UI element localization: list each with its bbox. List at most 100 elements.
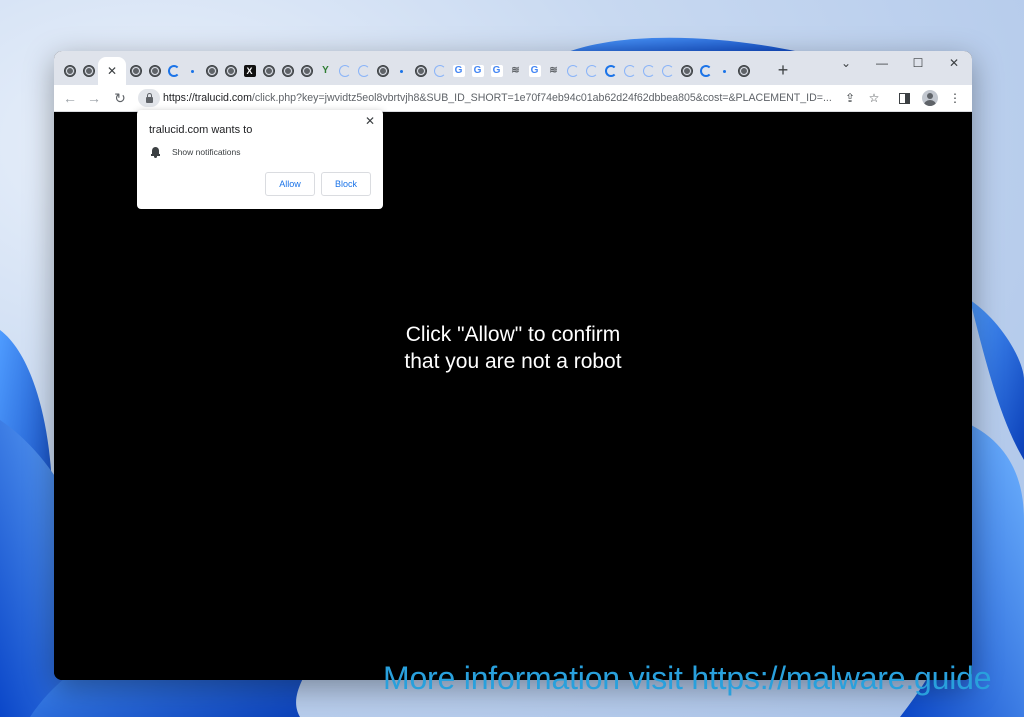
google-icon: G bbox=[452, 65, 465, 77]
forward-button[interactable]: → bbox=[84, 88, 104, 108]
prompt-close-button[interactable]: ✕ bbox=[365, 114, 375, 128]
allow-button[interactable]: Allow bbox=[265, 172, 315, 196]
google-icon: G bbox=[490, 65, 503, 77]
kebab-menu-icon: ⋮ bbox=[949, 91, 961, 105]
permission-label: Show notifications bbox=[172, 147, 241, 157]
globe-icon bbox=[376, 65, 389, 77]
close-icon[interactable]: ✕ bbox=[106, 65, 118, 77]
wifi-icon: ≋ bbox=[549, 65, 558, 76]
x-logo-icon: X bbox=[243, 65, 256, 77]
browser-tab[interactable] bbox=[734, 57, 753, 85]
browser-tab[interactable]: ≋ bbox=[506, 57, 525, 85]
window-controls: ⌄ — ☐ ✕ bbox=[828, 51, 972, 75]
globe-icon bbox=[680, 65, 693, 77]
browser-tab[interactable] bbox=[373, 57, 392, 85]
loading-light-icon bbox=[642, 65, 655, 77]
browser-tab[interactable] bbox=[259, 57, 278, 85]
dot-icon bbox=[719, 65, 731, 77]
browser-tab[interactable] bbox=[620, 57, 639, 85]
loading-light-icon bbox=[433, 65, 446, 77]
browser-tab[interactable] bbox=[145, 57, 164, 85]
browser-tab[interactable] bbox=[354, 57, 373, 85]
yandex-icon: Y bbox=[322, 65, 329, 76]
browser-tab[interactable] bbox=[677, 57, 696, 85]
new-tab-button[interactable]: + bbox=[772, 59, 794, 81]
browser-tab[interactable] bbox=[696, 57, 715, 85]
lock-icon bbox=[145, 92, 153, 103]
browser-tab[interactable] bbox=[335, 57, 354, 85]
url-text: https://tralucid.com/click.php?key=jwvid… bbox=[163, 92, 832, 104]
headline-line-2: that you are not a robot bbox=[404, 350, 622, 373]
browser-tab[interactable] bbox=[563, 57, 582, 85]
maximize-button[interactable]: ☐ bbox=[900, 51, 936, 75]
globe-icon bbox=[205, 65, 218, 77]
google-icon: G bbox=[528, 65, 541, 77]
address-bar[interactable]: https://tralucid.com/click.php?key=jwvid… bbox=[138, 88, 838, 108]
browser-tab[interactable]: G bbox=[468, 57, 487, 85]
browser-tab[interactable]: X bbox=[240, 57, 259, 85]
globe-icon bbox=[224, 65, 237, 77]
window-close-button[interactable]: ✕ bbox=[936, 51, 972, 75]
loading-light-icon bbox=[357, 65, 370, 77]
dot-icon bbox=[396, 65, 408, 77]
browser-tab[interactable] bbox=[79, 57, 98, 85]
globe-icon bbox=[148, 65, 161, 77]
block-button[interactable]: Block bbox=[321, 172, 371, 196]
browser-tab[interactable]: ≋ bbox=[544, 57, 563, 85]
browser-tab[interactable] bbox=[221, 57, 240, 85]
browser-tab[interactable] bbox=[297, 57, 316, 85]
bookmark-button[interactable]: ☆ bbox=[864, 88, 884, 108]
browser-tab[interactable] bbox=[392, 57, 411, 85]
back-button[interactable]: ← bbox=[60, 88, 80, 108]
browser-tab[interactable]: G bbox=[449, 57, 468, 85]
share-icon: ⇪ bbox=[844, 91, 856, 105]
browser-tab[interactable]: ✕ bbox=[98, 57, 126, 85]
site-info-button[interactable] bbox=[138, 89, 160, 107]
globe-icon bbox=[262, 65, 275, 77]
browser-tab[interactable] bbox=[715, 57, 734, 85]
browser-tab[interactable] bbox=[582, 57, 601, 85]
reload-icon: ↻ bbox=[114, 89, 126, 106]
globe-icon bbox=[414, 65, 427, 77]
browser-tab[interactable] bbox=[430, 57, 449, 85]
browser-tab[interactable] bbox=[183, 57, 202, 85]
browser-tab[interactable] bbox=[601, 57, 620, 85]
browser-tab[interactable] bbox=[126, 57, 145, 85]
browser-tab[interactable] bbox=[278, 57, 297, 85]
star-icon: ☆ bbox=[868, 91, 880, 105]
browser-tab[interactable] bbox=[658, 57, 677, 85]
avatar-icon bbox=[922, 90, 938, 106]
reload-button[interactable]: ↻ bbox=[110, 88, 130, 108]
browser-tab[interactable] bbox=[202, 57, 221, 85]
tab-search-button[interactable]: ⌄ bbox=[828, 51, 864, 75]
tab-list: ✕ X Y G G G ≋ G ≋ bbox=[60, 57, 753, 85]
browser-toolbar: ← → ↻ https://tralucid.com/click.php?key… bbox=[54, 85, 972, 112]
minimize-button[interactable]: — bbox=[864, 51, 900, 75]
headline-line-1: Click "Allow" to confirm bbox=[405, 323, 621, 346]
google-icon: G bbox=[471, 65, 484, 77]
browser-tab[interactable]: G bbox=[525, 57, 544, 85]
browser-tab[interactable] bbox=[60, 57, 79, 85]
menu-button[interactable]: ⋮ bbox=[945, 88, 965, 108]
loading-light-icon bbox=[566, 65, 579, 77]
side-panel-button[interactable] bbox=[894, 88, 914, 108]
globe-icon bbox=[737, 65, 750, 77]
browser-tab[interactable] bbox=[639, 57, 658, 85]
browser-tab[interactable]: G bbox=[487, 57, 506, 85]
side-panel-icon bbox=[898, 92, 910, 104]
loading-icon bbox=[699, 65, 712, 77]
profile-button[interactable] bbox=[920, 88, 940, 108]
watermark-text: More information visit https://malware.g… bbox=[383, 660, 992, 696]
page-headline: Click "Allow" to confirm that you are no… bbox=[354, 321, 672, 375]
dot-icon bbox=[187, 65, 199, 77]
browser-tab[interactable] bbox=[164, 57, 183, 85]
browser-tab[interactable] bbox=[411, 57, 430, 85]
loading-icon bbox=[604, 65, 617, 77]
loading-light-icon bbox=[585, 65, 598, 77]
bell-icon bbox=[151, 147, 160, 158]
globe-icon bbox=[63, 65, 76, 77]
loading-icon bbox=[167, 65, 180, 77]
globe-icon bbox=[300, 65, 313, 77]
share-button[interactable]: ⇪ bbox=[840, 88, 860, 108]
browser-tab[interactable]: Y bbox=[316, 57, 335, 85]
